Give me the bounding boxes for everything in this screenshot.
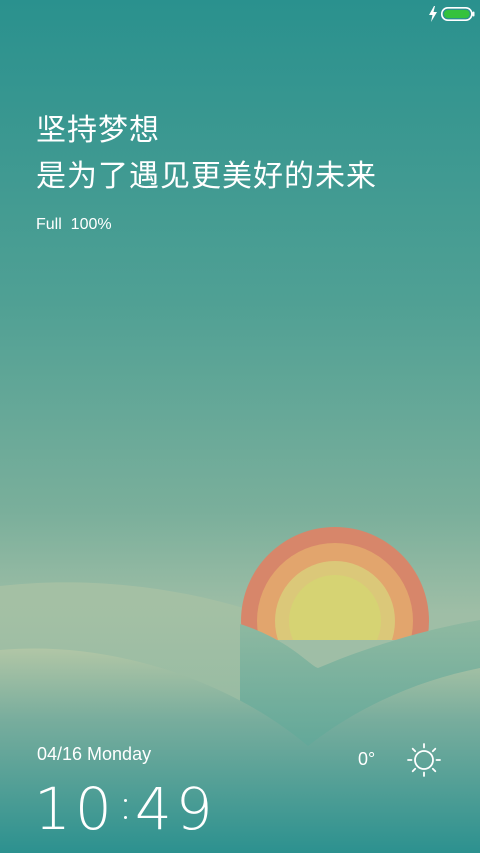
date-label: 04/16 Monday	[37, 744, 152, 764]
clock: 10 49	[34, 774, 217, 844]
clock-hours: 10	[34, 775, 116, 843]
lock-screen: 坚持梦想 是为了遇见更美好的未来 Full 100% 04/16 Monday …	[0, 0, 480, 853]
status-bar	[0, 0, 480, 28]
battery-status-text: Full 100%	[36, 216, 112, 233]
sun-icon[interactable]	[406, 742, 442, 778]
battery-icon	[441, 7, 475, 21]
lock-screen-quote: 坚持梦想 是为了遇见更美好的未来	[36, 108, 466, 200]
quote-line-2: 是为了遇见更美好的未来	[36, 159, 377, 194]
clock-minutes: 49	[134, 775, 217, 843]
quote-line-1: 坚持梦想	[36, 113, 160, 148]
lightning-bolt-icon	[429, 6, 437, 22]
temperature-label: 0°	[358, 749, 376, 769]
clock-separator	[123, 797, 127, 821]
